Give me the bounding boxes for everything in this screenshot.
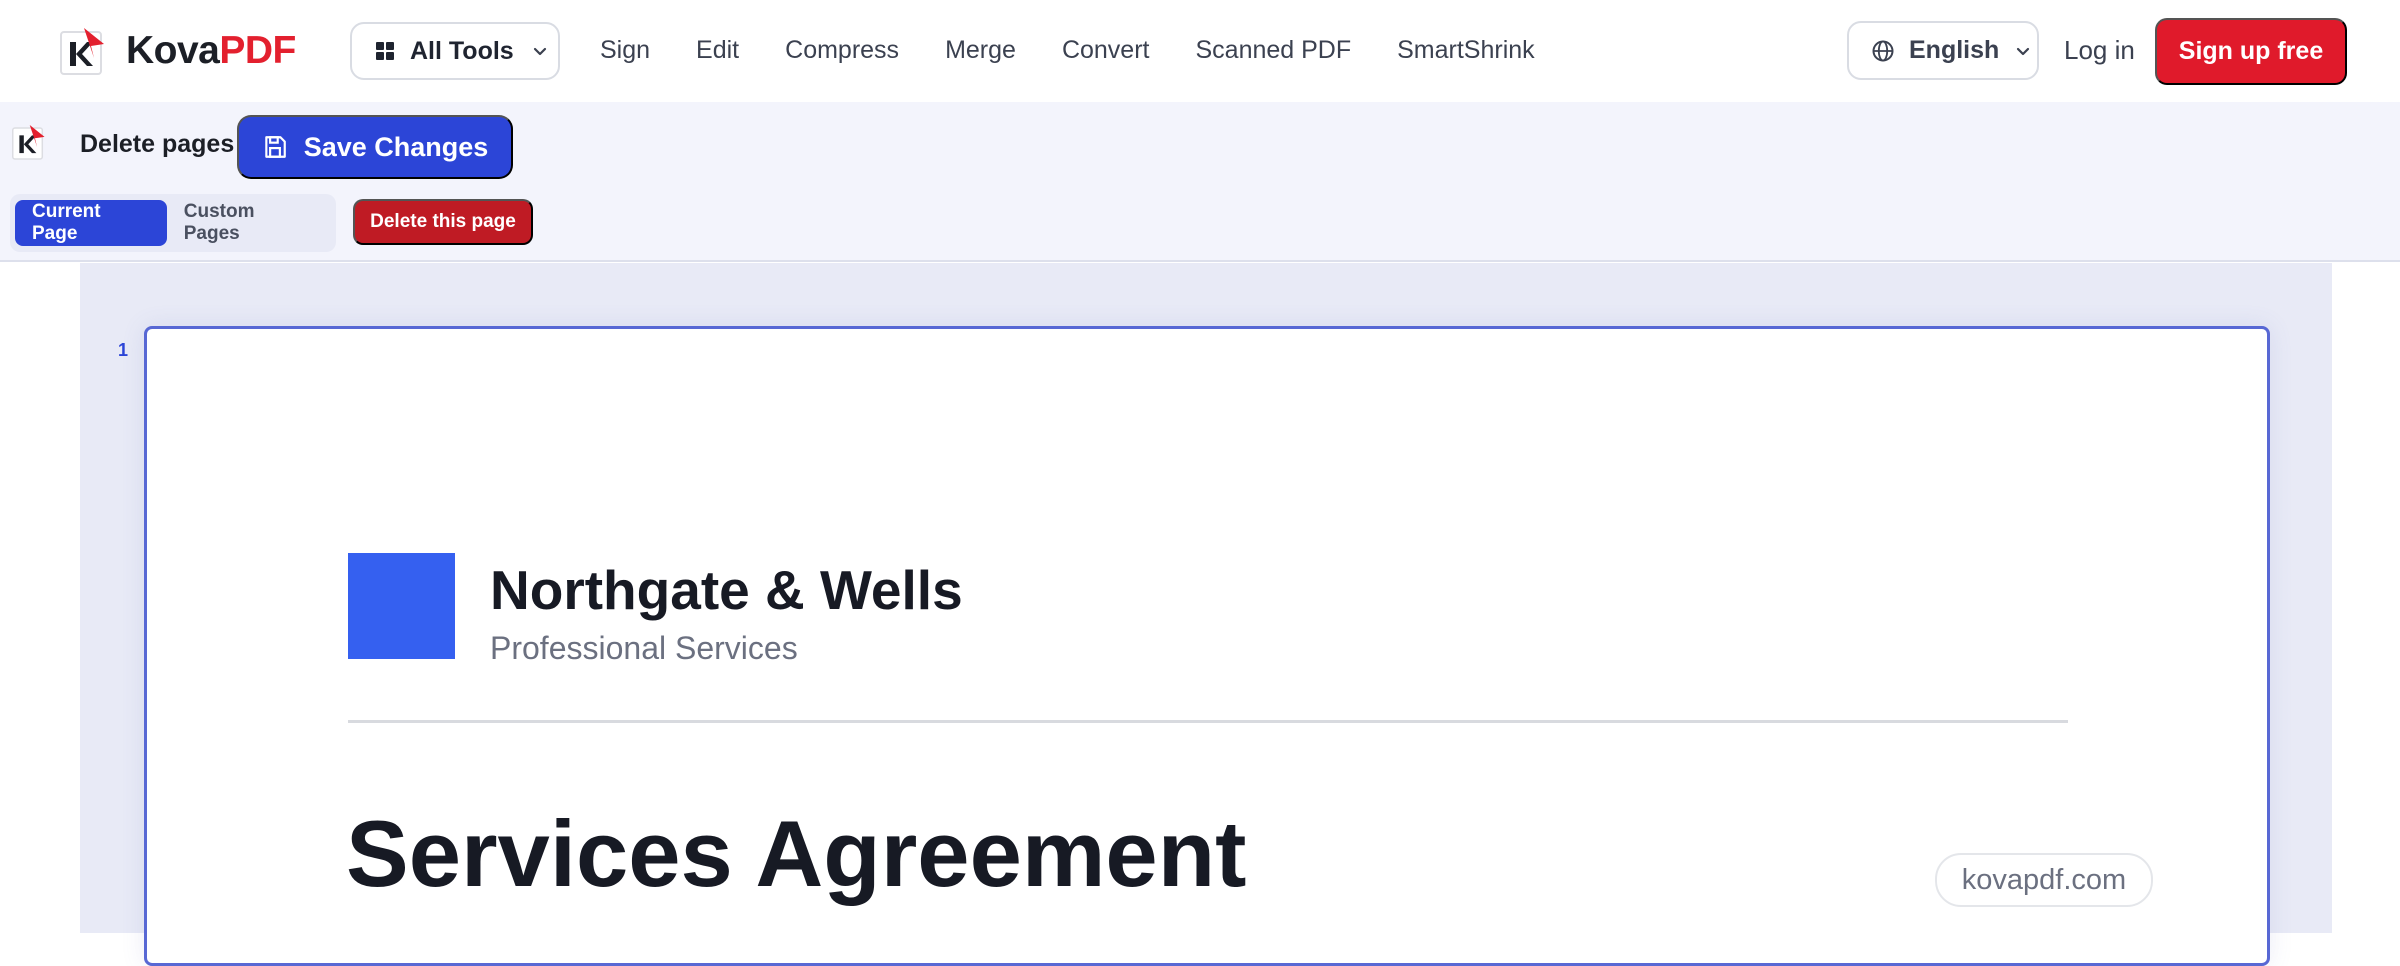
document-logo-square	[348, 553, 455, 659]
brand-name: Kova PDF	[126, 29, 296, 73]
kovapdf-logo-icon	[11, 122, 46, 162]
nav-link-scanned-pdf[interactable]: Scanned PDF	[1172, 36, 1374, 65]
top-navigation: Kova PDF All Tools Sign Edit Compress Mer…	[0, 0, 2400, 102]
kovapdf-logo[interactable]: Kova PDF	[60, 24, 296, 78]
save-changes-label: Save Changes	[303, 131, 489, 162]
watermark-badge: kovapdf.com	[1935, 853, 2153, 907]
save-changes-button[interactable]: Save Changes	[237, 115, 513, 179]
chevron-down-icon	[2017, 47, 2030, 55]
save-icon	[264, 136, 286, 158]
tool-links: Sign Edit Compress Merge Convert Scanned…	[600, 30, 1558, 70]
brand-name-part1: Kova	[126, 29, 220, 72]
tool-title: Delete pages	[80, 130, 235, 158]
nav-link-compress[interactable]: Compress	[762, 36, 922, 65]
kovapdf-logo-icon	[60, 26, 106, 76]
document-divider	[348, 720, 2068, 723]
document-company-name: Northgate & Wells	[490, 559, 963, 621]
language-label: English	[1909, 36, 2000, 64]
all-tools-dropdown[interactable]: All Tools	[350, 22, 560, 80]
nav-link-edit[interactable]: Edit	[673, 36, 762, 65]
page-number: 1	[118, 340, 129, 360]
language-selector[interactable]: English	[1847, 21, 2039, 80]
login-link[interactable]: Log in	[2064, 30, 2135, 70]
delete-page-button[interactable]: Delete this page	[353, 199, 533, 245]
brand-name-part2: PDF	[219, 29, 296, 72]
document-title: Services Agreement	[346, 801, 1247, 906]
editor-toolbar: Delete pages Save Changes Current Page C…	[0, 102, 2400, 262]
all-tools-label: All Tools	[410, 36, 514, 65]
globe-icon	[1872, 40, 1894, 61]
chevron-down-icon	[533, 47, 546, 56]
signup-button[interactable]: Sign up free	[2155, 18, 2347, 85]
tab-custom-pages[interactable]: Custom Pages	[167, 200, 331, 246]
document-company-tagline: Professional Services	[490, 630, 798, 666]
nav-link-sign[interactable]: Sign	[600, 36, 673, 65]
tab-current-page[interactable]: Current Page	[15, 200, 167, 246]
nav-link-smartshrink[interactable]: SmartShrink	[1374, 36, 1558, 65]
nav-link-convert[interactable]: Convert	[1039, 36, 1173, 65]
page-mode-toggle: Current Page Custom Pages	[10, 194, 336, 252]
nav-link-merge[interactable]: Merge	[922, 36, 1039, 65]
grid-icon	[376, 42, 394, 60]
